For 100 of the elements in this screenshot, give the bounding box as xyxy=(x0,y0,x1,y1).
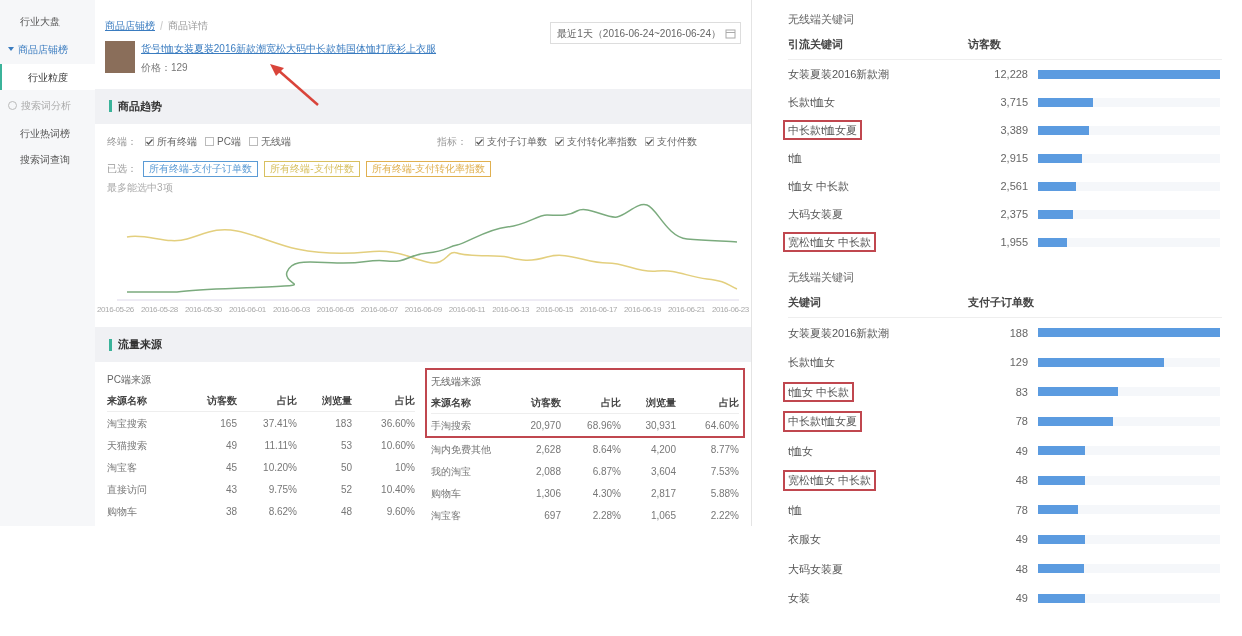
value-text: 3,715 xyxy=(999,94,1028,110)
table-cell-text: 2,817 xyxy=(649,486,676,501)
column-header: 访客数 xyxy=(530,396,561,410)
value-text: 48 xyxy=(1014,561,1028,577)
value-text: 83 xyxy=(1014,384,1028,400)
table-cell-text: 2.22% xyxy=(709,508,739,523)
value-text: 49 xyxy=(1014,591,1028,606)
axis-label: 2016-06-13 xyxy=(492,303,530,316)
table-cell-text: 10.60% xyxy=(380,438,415,453)
table-cell-text: 6.87% xyxy=(591,464,621,479)
table-cell-text: 8.62% xyxy=(267,504,297,519)
value-text: 48 xyxy=(1014,473,1028,488)
table-cell-text: 8.77% xyxy=(709,442,739,457)
table-cell-text: 2,628 xyxy=(534,442,561,457)
keyword-text: 宽松t恤女 中长款 xyxy=(783,231,877,253)
table-cell-text: 淘宝客 xyxy=(107,460,138,475)
keyword-text: 长款t恤女 xyxy=(788,94,837,110)
value-text: 129 xyxy=(1008,355,1028,370)
axis-label: 2016-06-23 xyxy=(711,303,749,316)
table-cell-text: 直接访问 xyxy=(107,482,148,497)
table-cell-text: 43 xyxy=(224,482,237,497)
checkbox-label: 支付件数 xyxy=(657,135,697,150)
checkbox-label: 支付子订单数 xyxy=(487,135,547,150)
table-cell-text: 淘内免费其他 xyxy=(431,442,492,457)
table-cell-text: 10% xyxy=(394,460,415,475)
table-cell-text: 183 xyxy=(334,416,352,431)
table-cell-text: 2,088 xyxy=(534,464,561,479)
sidebar-item[interactable]: 行业大盘 xyxy=(0,8,95,34)
axis-label: 2016-06-03 xyxy=(272,303,310,316)
table-title: PC端来源 xyxy=(107,372,152,387)
table-cell-text: 淘宝客 xyxy=(431,508,462,523)
axis-label: 2016-05-30 xyxy=(184,303,222,316)
checkbox[interactable] xyxy=(145,137,154,147)
keyword-text: 大码女装夏 xyxy=(788,206,844,222)
value-text: 2,915 xyxy=(999,150,1028,166)
table-title: 无线端关键词 xyxy=(788,269,855,285)
sidebar-item[interactable]: 行业粒度 xyxy=(0,64,95,90)
checkbox-label: 所有终端 xyxy=(157,135,197,150)
sidebar-item[interactable]: 搜索词查询 xyxy=(0,146,95,172)
table-cell-text: 4.30% xyxy=(591,486,621,501)
table-cell-text: 4,200 xyxy=(649,442,676,457)
checkbox-label: 支付转化率指数 xyxy=(567,135,637,150)
column-header: 占比 xyxy=(394,394,415,408)
sidebar-group[interactable]: 商品店铺榜 xyxy=(18,41,68,57)
product-title-link[interactable]: 货号t恤女装夏装2016新款潮宽松大码中长款韩国体恤打底衫上衣服 xyxy=(141,41,437,56)
value-text: 2,561 xyxy=(999,178,1028,194)
column-header: 访客数 xyxy=(206,394,237,408)
selected-tag[interactable]: 所有终端-支付子订单数 xyxy=(143,160,259,177)
table-cell-text: 8.64% xyxy=(591,442,621,457)
axis-label: 2016-06-17 xyxy=(580,303,617,316)
column-header: 访客数 xyxy=(968,37,1002,53)
column-header: 来源名称 xyxy=(107,394,148,408)
column-header: 占比 xyxy=(600,396,621,410)
table-cell-text: 10.40% xyxy=(380,482,415,497)
table-cell-text: 48 xyxy=(339,504,352,519)
sidebar-item[interactable]: 行业热词榜 xyxy=(0,120,95,146)
table-cell-text: 30,931 xyxy=(644,418,676,433)
date-range-picker[interactable]: 最近1天（2016-06-24~2016-06-24） xyxy=(550,22,741,44)
table-cell-text: 淘宝搜索 xyxy=(107,416,148,431)
section-title: 商品趋势 xyxy=(118,99,162,115)
axis-label: 2016-06-19 xyxy=(624,303,661,316)
keyword-text: t恤 xyxy=(788,502,804,518)
value-text: 2,375 xyxy=(999,206,1028,222)
keyword-text: 中长款t恤女夏 xyxy=(783,119,863,141)
value-text: 49 xyxy=(1014,532,1028,547)
table-cell-text: 9.60% xyxy=(385,504,415,519)
breadcrumb-link[interactable]: 商品店铺榜 xyxy=(105,18,155,33)
keyword-text: t恤女 xyxy=(788,443,815,459)
table-cell-text: 165 xyxy=(219,416,237,431)
checkbox[interactable] xyxy=(475,137,484,147)
product-price: 价格：129 xyxy=(141,61,189,75)
filter-label: 终端： xyxy=(107,135,137,150)
keyword-text: 女装 xyxy=(788,591,811,606)
checkbox[interactable] xyxy=(248,137,258,147)
axis-label: 2016-06-05 xyxy=(316,303,354,316)
axis-label: 2016-06-11 xyxy=(448,303,486,316)
checkbox-label: 无线端 xyxy=(260,135,291,150)
selected-label: 已选： xyxy=(107,162,137,177)
product-photo-placeholder xyxy=(105,41,135,73)
value-text: 49 xyxy=(1014,443,1028,459)
checkbox[interactable] xyxy=(205,137,214,147)
table-title: 无线端关键词 xyxy=(788,11,855,27)
axis-label: 2016-06-15 xyxy=(536,303,574,316)
section-title: 流量来源 xyxy=(118,337,162,353)
checkbox[interactable] xyxy=(555,137,564,147)
keyword-text: t恤女 中长款 xyxy=(783,381,855,402)
filter-label: 指标： xyxy=(437,135,467,150)
checkbox[interactable] xyxy=(645,137,654,147)
column-header: 占比 xyxy=(718,396,739,410)
keyword-text: 女装夏装2016新款潮 xyxy=(788,66,891,82)
keyword-text: 衣服女 xyxy=(788,532,822,547)
table-cell-text: 53 xyxy=(339,438,352,453)
keyword-text: t恤 xyxy=(788,150,804,166)
table-cell-text: 50 xyxy=(339,460,352,475)
keyword-text: 宽松t恤女 中长款 xyxy=(783,470,877,491)
axis-label: 2016-06-01 xyxy=(228,303,266,316)
axis-label: 2016-06-21 xyxy=(668,303,705,316)
column-header: 支付子订单数 xyxy=(968,295,1035,311)
checkbox-label: PC端 xyxy=(217,135,241,150)
column-header: 关键词 xyxy=(788,295,822,311)
